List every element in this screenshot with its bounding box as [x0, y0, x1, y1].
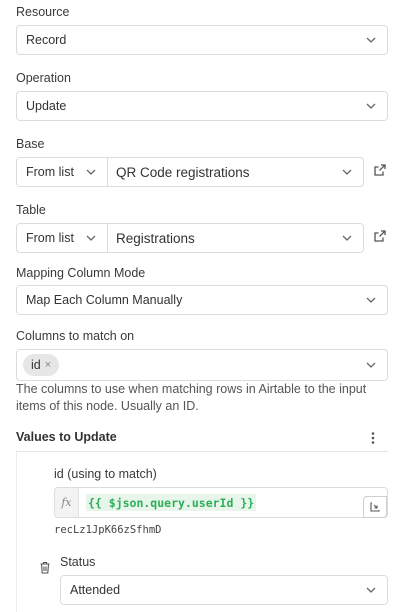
resource-value: Record	[26, 33, 67, 47]
values-section-title: Values to Update	[16, 430, 117, 444]
chevron-down-icon	[341, 232, 353, 244]
operation-label: Operation	[16, 71, 71, 85]
columns-match-select[interactable]: id ×	[16, 349, 388, 381]
table-mode-value: From list	[26, 231, 74, 245]
external-link-icon[interactable]	[373, 229, 389, 245]
operation-select[interactable]: Update	[16, 91, 388, 121]
chevron-down-icon	[365, 34, 377, 46]
chevron-down-icon	[365, 584, 377, 596]
table-mode-select[interactable]: From list	[16, 223, 108, 253]
column-chip[interactable]: id ×	[23, 354, 60, 376]
mapping-value: Map Each Column Manually	[26, 293, 183, 307]
trash-icon[interactable]	[39, 561, 51, 574]
columns-match-label: Columns to match on	[16, 329, 135, 343]
mapping-select[interactable]: Map Each Column Manually	[16, 285, 388, 315]
id-expression-value: {{ $json.query.userId }}	[86, 494, 257, 511]
table-label: Table	[16, 203, 46, 217]
chevron-down-icon	[365, 359, 377, 371]
table-value-select[interactable]: Registrations	[108, 223, 364, 253]
section-indent-line	[16, 452, 17, 612]
resource-label: Resource	[16, 5, 70, 19]
base-value-select[interactable]: QR Code registrations	[108, 157, 364, 187]
chevron-down-icon	[341, 166, 353, 178]
expand-icon	[370, 502, 380, 512]
resource-select[interactable]: Record	[16, 25, 388, 55]
columns-match-hint: The columns to use when matching rows in…	[16, 382, 367, 413]
base-mode-value: From list	[26, 165, 74, 179]
external-link-icon[interactable]	[373, 163, 389, 179]
base-label: Base	[16, 137, 45, 151]
status-select[interactable]: Attended	[60, 575, 388, 605]
column-chip-label: id	[31, 358, 41, 372]
fx-icon: fx	[55, 488, 79, 517]
table-value: Registrations	[116, 230, 195, 246]
expand-button[interactable]	[363, 496, 387, 518]
table-selector: From list Registrations	[16, 223, 364, 253]
chevron-down-icon	[85, 166, 97, 178]
base-selector: From list QR Code registrations	[16, 157, 364, 187]
section-divider	[16, 451, 388, 452]
operation-value: Update	[26, 99, 67, 113]
id-field-label: id (using to match)	[54, 467, 157, 481]
chevron-down-icon	[85, 232, 97, 244]
chevron-down-icon	[365, 100, 377, 112]
base-mode-select[interactable]: From list	[16, 157, 108, 187]
vertical-dots-icon[interactable]	[366, 430, 380, 446]
chevron-down-icon	[365, 294, 377, 306]
status-field-label: Status	[60, 555, 96, 569]
id-expression-input[interactable]: fx {{ $json.query.userId }}	[54, 487, 388, 518]
close-icon[interactable]: ×	[45, 359, 51, 371]
status-value: Attended	[70, 583, 121, 597]
base-value: QR Code registrations	[116, 164, 250, 180]
id-expression-result: recLz1JpK66zSfhmD	[54, 524, 162, 536]
mapping-label: Mapping Column Mode	[16, 266, 146, 280]
